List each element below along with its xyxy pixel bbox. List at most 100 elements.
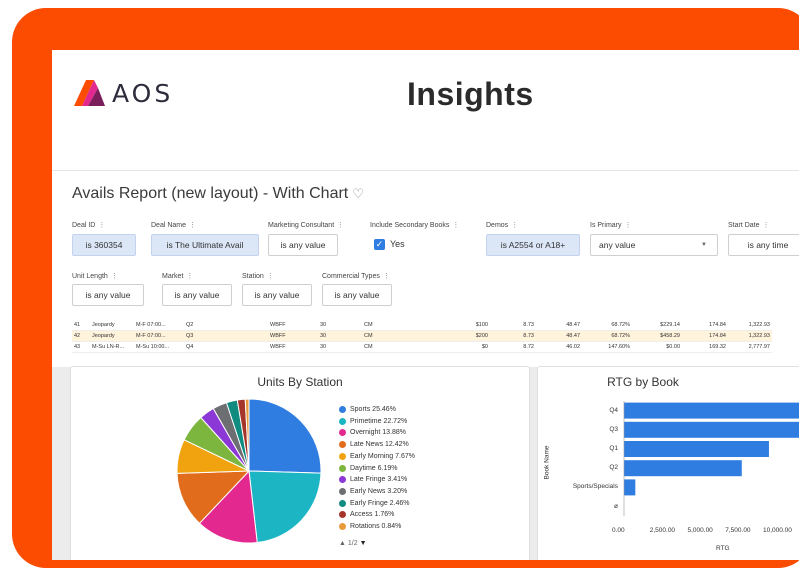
pager-down-icon[interactable]: ▼ [360,540,367,547]
filter-label: Deal Name ⋮ [151,221,196,229]
filter-value-field[interactable]: is A2554 or A18+ [486,234,580,256]
legend-color-dot [339,452,346,460]
filter-value-field[interactable]: is any value [162,284,232,306]
rtg-bar[interactable] [624,441,769,457]
filter-label: Deal ID ⋮ [72,221,105,229]
rtg-bar[interactable] [624,460,742,477]
filter-label-text: Market [162,273,184,280]
table-cell: 48.47 [536,320,582,331]
filter-value-text: any value [599,240,636,250]
legend-item[interactable]: Primetime 22.72% [339,417,407,425]
filter-value-text: is 360354 [85,240,123,250]
table-cell: WBFF [268,320,318,331]
filter-menu-icon[interactable]: ⋮ [383,273,390,280]
filter-value-field[interactable]: is any value [242,284,312,306]
table-cell: WBFF [268,330,318,342]
rtg-y-axis-label: Book Name [543,445,551,480]
filter-value-field[interactable]: is The Ultimate Avail [151,234,259,256]
filter-label-text: Marketing Consultant [268,222,335,229]
legend-item[interactable]: Early News 3.20% [339,487,407,495]
table-cell: 46.02 [536,341,582,353]
pie-slice[interactable] [248,470,322,544]
legend-item[interactable]: Early Fringe 2.46% [339,499,410,507]
table-cell: $200 [426,330,490,342]
rtg-bar[interactable] [624,421,799,438]
legend-color-dot [339,464,346,472]
filter-label-text: Demos [486,222,509,229]
filter-value-text: is any value [85,290,131,300]
filter-label-text: Is Primary [590,222,622,229]
table-cell: 42 [72,330,90,342]
filter-menu-icon[interactable]: ⋮ [625,222,632,229]
legend-color-dot [339,429,346,437]
legend-item[interactable]: Late Fringe 3.41% [339,476,408,484]
filter-value-field[interactable]: is 360354 [72,234,136,256]
filter-label: Unit Length ⋮ [72,272,118,280]
filter-value-field[interactable]: is any value [322,284,392,306]
rtg-x-tick-label: 0.00 [612,527,625,534]
table-cell: 30 [318,341,362,353]
filter-value-field[interactable]: is any value [72,284,144,306]
filter-menu-icon[interactable]: ⋮ [189,222,196,229]
page-title: Insights [407,76,534,112]
filter-label-text: Deal Name [151,222,187,229]
table-cell: Q2 [184,320,268,331]
include-secondary-checkbox[interactable]: ✓ [374,239,385,250]
filter-value-text: is any value [334,290,380,300]
table-row[interactable]: 41 Jeopardy M-F 07:00... Q2 WBFF 30 CM $100 8.73… [72,320,772,331]
filter-value-field[interactable]: is any time [728,234,799,256]
filter-menu-icon[interactable]: ⋮ [511,222,518,229]
pager-up-icon[interactable]: ▲ [339,540,346,547]
favorite-heart-icon[interactable]: ♡ [352,186,364,201]
rtg-x-tick-label: 10,000.00 [763,527,792,534]
rtg-category-label: Q3 [609,425,618,433]
table-row[interactable]: 43 M-Su LN-R... M-Su 10:00... Q4 WBFF 30 CM $0 8… [72,341,772,353]
legend-label: Access 1.76% [350,511,395,519]
table-cell: 174.84 [682,330,728,342]
legend-item[interactable]: Daytime 6.19% [339,464,397,472]
table-cell: Jeopardy [90,320,134,331]
table-cell: $0.00 [632,341,682,353]
filter-label: Station ⋮ [242,272,274,280]
rtg-bar[interactable] [624,479,636,496]
legend-pager[interactable]: ▲ 1/2 ▼ [339,540,367,547]
rtg-x-tick-label: 2,500.00 [649,527,676,534]
table-cell: 8.73 [490,330,536,342]
table-row[interactable]: 42 Jeopardy M-F 07:00... Q3 WBFF 30 CM $200 8.73… [72,330,772,342]
filter-value-field[interactable]: is any value [268,234,338,256]
filter-label: Commercial Types ⋮ [322,272,390,280]
legend-item[interactable]: Early Morning 7.67% [339,452,415,460]
filter-menu-icon[interactable]: ⋮ [111,273,118,280]
table-cell: 2,777.97 [728,341,772,353]
legend-color-dot [339,511,346,519]
filter-menu-icon[interactable]: ⋮ [337,222,344,229]
filter-menu-icon[interactable]: ⋮ [763,222,770,229]
report-title-text: Avails Report (new layout) - With Chart [72,185,349,202]
legend-color-dot [339,487,346,495]
legend-label: Overnight 13.88% [350,429,407,437]
filter-label: Include Secondary Books ⋮ [370,221,459,229]
filter-menu-icon[interactable]: ⋮ [186,273,193,280]
legend-item[interactable]: Late News 12.42% [339,441,409,449]
table-cell: $0 [426,341,490,353]
legend-item[interactable]: Rotations 0.84% [339,523,401,530]
table-cell: 8.73 [490,320,536,331]
filter-value-field[interactable]: any value ▼ [590,234,718,256]
aos-logo-icon [74,80,105,106]
filter-menu-icon[interactable]: ⋮ [98,222,105,229]
legend-label: Early Fringe 2.46% [350,499,410,507]
legend-label: Late Fringe 3.41% [350,476,408,484]
rtg-category-label: Q1 [609,445,618,452]
legend-item[interactable]: Overnight 13.88% [339,429,407,437]
chevron-down-icon[interactable]: ▼ [701,242,707,248]
rtg-category-label: Q2 [609,464,618,472]
pie-slice[interactable] [248,398,322,474]
legend-item[interactable]: Sports 25.46% [339,406,396,413]
legend-item[interactable]: Access 1.76% [339,511,395,519]
filter-menu-icon[interactable]: ⋮ [452,222,459,229]
table-cell: $100 [426,320,490,331]
legend-color-dot [339,476,346,484]
units-pie-chart [176,398,322,544]
filter-menu-icon[interactable]: ⋮ [267,273,274,280]
rtg-bar[interactable] [624,402,799,419]
